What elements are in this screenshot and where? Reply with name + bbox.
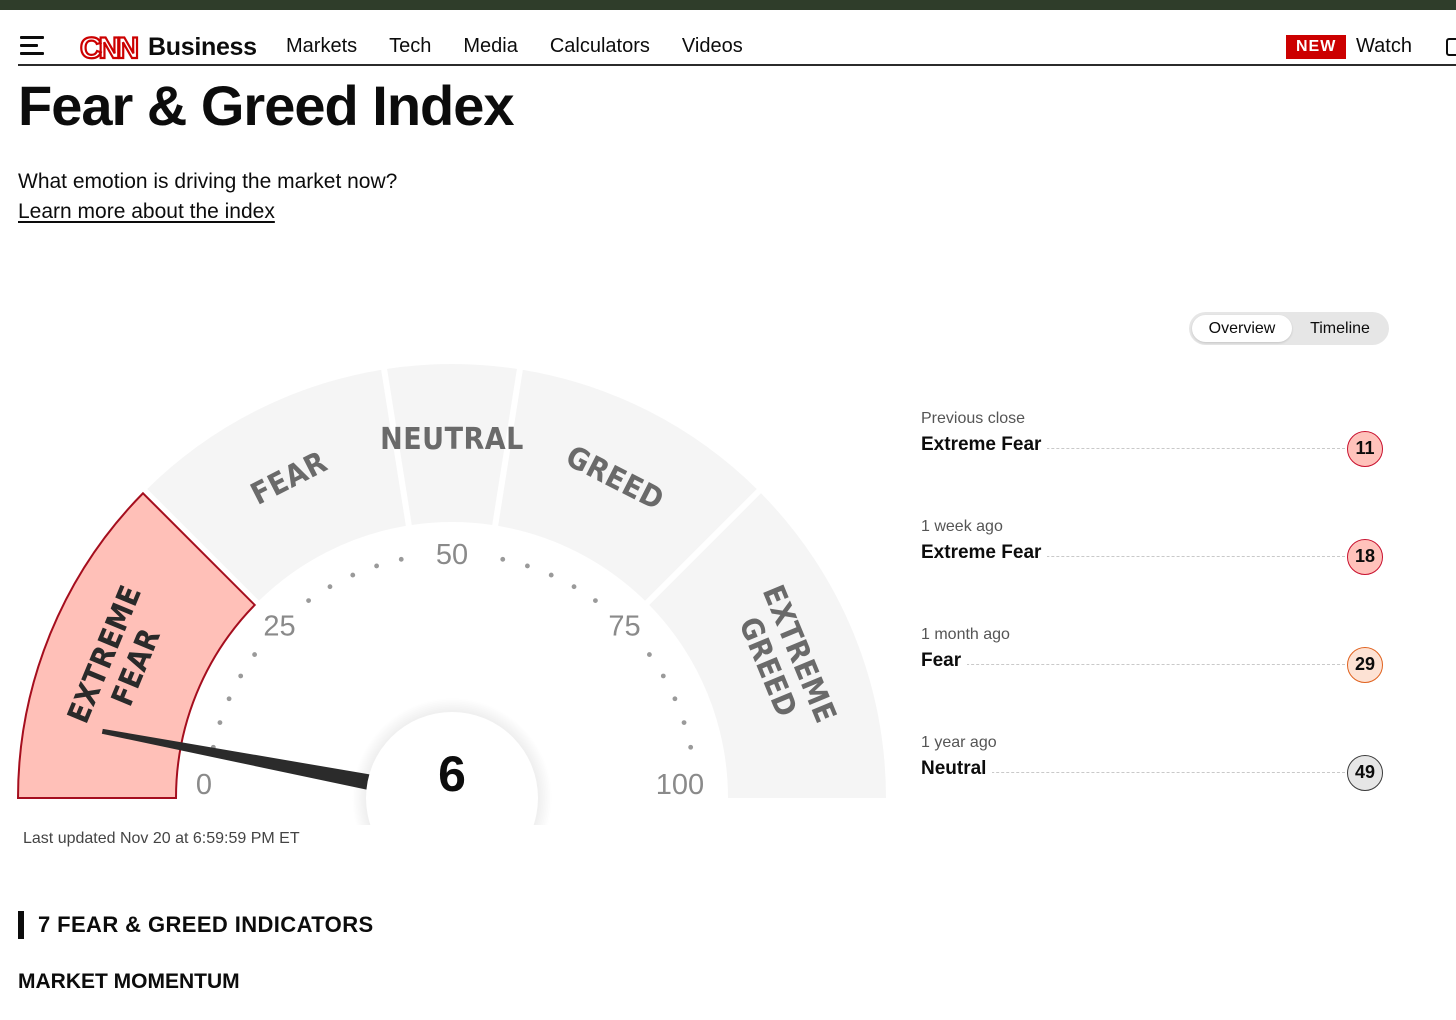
main-nav: Markets Tech Media Calculators Videos — [286, 35, 743, 58]
history-item: 1 week ago Extreme Fear 18 — [921, 516, 1385, 624]
top-strip — [0, 0, 1456, 10]
history-item: 1 year ago Neutral 49 — [921, 732, 1385, 840]
cnn-logo-mark: CNN — [80, 32, 137, 62]
gauge-dot — [226, 696, 232, 702]
history-value: 18 — [1347, 539, 1383, 575]
gauge-dot — [350, 572, 356, 578]
gauge-tick-label: 100 — [656, 769, 704, 801]
gauge-tick-label: 75 — [608, 610, 640, 642]
page-title: Fear & Greed Index — [18, 74, 515, 137]
nav-calculators[interactable]: Calculators — [550, 35, 650, 58]
gauge-dot — [681, 720, 687, 725]
history-status: Extreme Fear — [921, 434, 1048, 456]
watch-link[interactable]: Watch — [1356, 35, 1412, 58]
last-updated: Last updated Nov 20 at 6:59:59 PM ET — [23, 830, 300, 847]
history-value: 49 — [1347, 755, 1383, 791]
history-status: Neutral — [921, 758, 993, 780]
gauge-value: 6 — [438, 746, 466, 802]
indicators-heading-text: 7 FEAR & GREED INDICATORS — [38, 912, 374, 937]
page-subtitle: What emotion is driving the market now? — [18, 170, 398, 193]
gauge-dot — [217, 720, 223, 725]
tab-overview[interactable]: Overview — [1192, 315, 1292, 342]
header-divider — [18, 64, 1456, 66]
nav-media[interactable]: Media — [463, 35, 517, 58]
history-label: 1 month ago — [921, 626, 1010, 643]
history-value: 11 — [1347, 431, 1383, 467]
view-toggle: Overview Timeline — [1189, 312, 1389, 345]
cnn-business-logo[interactable]: CNN Business — [80, 30, 257, 64]
gauge-dot — [327, 584, 333, 590]
menu-icon[interactable] — [20, 36, 46, 56]
gauge-dot — [306, 598, 311, 603]
gauge-dot — [374, 563, 379, 569]
gauge-zone-label: NEUTRAL — [380, 422, 524, 457]
history-status: Extreme Fear — [921, 542, 1048, 564]
gauge-dot — [525, 563, 530, 569]
gauge-dot — [672, 696, 678, 702]
heading-bar — [18, 911, 24, 939]
history-label: 1 week ago — [921, 518, 1003, 535]
gauge-dot — [398, 556, 404, 562]
history-leader — [921, 664, 1345, 665]
gauge-dot — [593, 598, 598, 603]
gauge-dot — [688, 744, 694, 750]
logo-text: Business — [148, 32, 257, 61]
gauge-zone-label-line: NEUTRAL — [380, 422, 524, 457]
new-badge: NEW — [1286, 35, 1347, 59]
nav-videos[interactable]: Videos — [682, 35, 743, 58]
history-list: Previous close Extreme Fear 11 1 week ago Ex… — [921, 408, 1385, 840]
site-header: CNN Business Markets Tech Media Calculators… — [0, 10, 1456, 64]
fear-greed-gauge: EXTREMEFEARFEARNEUTRAL GREEDEXTREMEGREED … — [16, 364, 886, 825]
learn-more-link[interactable]: Learn more about the index — [18, 200, 275, 224]
nav-markets[interactable]: Markets — [286, 35, 357, 58]
history-item: 1 month ago Fear 29 — [921, 624, 1385, 732]
gauge-dot — [660, 673, 666, 679]
market-momentum-heading: MARKET MOMENTUM — [18, 970, 240, 993]
tab-timeline[interactable]: Timeline — [1293, 315, 1387, 342]
gauge-tick-label: 50 — [436, 539, 468, 571]
indicators-heading: 7 FEAR & GREED INDICATORS — [18, 911, 374, 939]
gauge-dot — [238, 673, 244, 679]
gauge-dot — [252, 652, 257, 657]
account-icon[interactable] — [1446, 38, 1456, 56]
gauge-dot — [571, 584, 577, 590]
nav-tech[interactable]: Tech — [389, 35, 431, 58]
gauge-tick-label: 0 — [196, 769, 212, 801]
cnn-logo-icon: CNN — [80, 32, 141, 62]
history-status: Fear — [921, 650, 968, 672]
gauge-dot — [647, 652, 652, 657]
history-label: Previous close — [921, 410, 1026, 427]
gauge-tick-label: 25 — [263, 610, 295, 642]
gauge-dot — [548, 572, 554, 578]
history-label: 1 year ago — [921, 734, 997, 751]
history-item: Previous close Extreme Fear 11 — [921, 408, 1385, 516]
gauge-dot — [500, 556, 506, 562]
history-value: 29 — [1347, 647, 1383, 683]
